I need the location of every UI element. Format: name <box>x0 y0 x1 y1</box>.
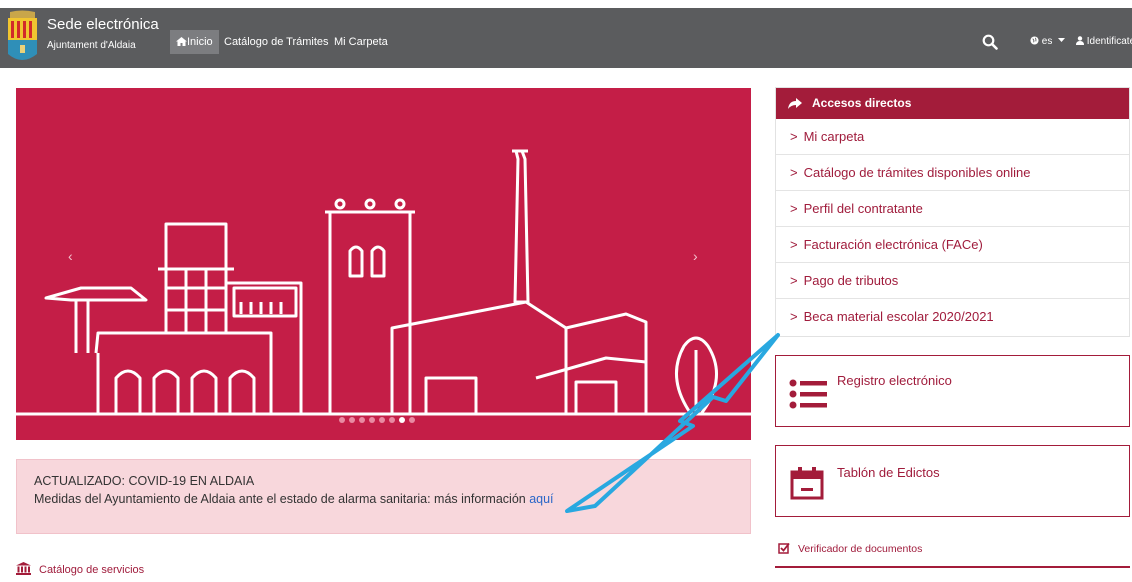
user-icon <box>1076 36 1084 45</box>
chevron-right-icon: > <box>790 201 798 216</box>
verificador-documentos-link[interactable]: Verificador de documentos <box>778 542 922 555</box>
quick-link-mi-carpeta[interactable]: > Mi carpeta <box>776 119 1129 154</box>
alert-body: Medidas del Ayuntamiento de Aldaia ante … <box>34 492 530 506</box>
coat-of-arms-icon[interactable] <box>6 10 39 66</box>
alert-title: ACTUALIZADO: COVID-19 EN ALDAIA <box>34 474 255 488</box>
chevron-right-icon: > <box>790 309 798 324</box>
search-icon[interactable] <box>982 34 998 50</box>
carousel-dot[interactable] <box>359 417 365 423</box>
divider <box>775 566 1130 568</box>
tablon-edictos-card[interactable]: Tablón de Edictos <box>775 445 1130 517</box>
quick-link-label: Catálogo de trámites disponibles online <box>803 165 1031 180</box>
bank-icon <box>16 562 31 575</box>
quick-access-header: Accesos directos <box>776 88 1129 119</box>
covid-alert: ACTUALIZADO: COVID-19 EN ALDAIA Medidas … <box>16 459 751 534</box>
nav-inicio-label: Inicio <box>187 36 213 48</box>
top-navbar: Sede electrónica Ajuntament d'Aldaia Ini… <box>0 8 1132 68</box>
carousel-dot[interactable] <box>379 417 385 423</box>
carousel-dot-active[interactable] <box>399 417 405 423</box>
checkbox-icon <box>778 542 790 554</box>
registro-electronico-card[interactable]: Registro electrónico <box>775 355 1130 427</box>
share-arrow-icon <box>788 98 802 109</box>
alert-more-info-link[interactable]: aquí <box>529 492 553 506</box>
quick-access-panel: Accesos directos > Mi carpeta > Catálogo d… <box>775 87 1130 337</box>
carousel-indicators <box>339 410 419 428</box>
carousel-dot[interactable] <box>349 417 355 423</box>
caret-down-icon <box>1058 38 1066 42</box>
verificador-label: Verificador de documentos <box>798 543 923 555</box>
quick-link-label: Facturación electrónica (FACe) <box>803 237 983 252</box>
aldaia-skyline-illustration <box>16 149 751 416</box>
quick-link-catalogo-tramites[interactable]: > Catálogo de trámites disponibles online <box>776 154 1129 190</box>
quick-link-label: Mi carpeta <box>803 129 865 144</box>
alert-text: Medidas del Ayuntamiento de Aldaia ante … <box>34 492 554 506</box>
site-subtitle: Ajuntament d'Aldaia <box>47 40 136 51</box>
nav-inicio[interactable]: Inicio <box>170 30 219 54</box>
quick-link-perfil-contratante[interactable]: > Perfil del contratante <box>776 190 1129 226</box>
catalog-services-link[interactable]: Catálogo de servicios <box>16 562 144 576</box>
registro-electronico-label: Registro electrónico <box>837 373 952 388</box>
chevron-right-icon: > <box>790 129 798 144</box>
quick-link-label: Pago de tributos <box>803 273 899 288</box>
quick-link-label: Perfil del contratante <box>803 201 923 216</box>
carousel-next[interactable]: › <box>693 248 698 264</box>
language-label: es <box>1041 36 1053 47</box>
quick-link-label: Beca material escolar 2020/2021 <box>803 309 994 324</box>
quick-link-facturacion[interactable]: > Facturación electrónica (FACe) <box>776 226 1129 262</box>
globe-icon <box>1030 36 1039 45</box>
chevron-right-icon: > <box>790 273 798 288</box>
carousel-dot[interactable] <box>409 417 415 423</box>
login-link[interactable]: Identificate <box>1076 30 1132 54</box>
hero-carousel[interactable]: ‹ › <box>16 88 751 440</box>
language-selector[interactable]: es <box>1030 30 1066 54</box>
carousel-dot[interactable] <box>389 417 395 423</box>
site-title[interactable]: Sede electrónica <box>47 16 159 33</box>
list-icon <box>789 379 827 409</box>
home-icon <box>176 37 187 46</box>
carousel-prev[interactable]: ‹ <box>68 248 73 264</box>
quick-access-title: Accesos directos <box>812 96 912 110</box>
quick-link-pago-tributos[interactable]: > Pago de tributos <box>776 262 1129 298</box>
quick-link-beca-material[interactable]: > Beca material escolar 2020/2021 <box>776 298 1129 334</box>
nav-catalogo-tramites[interactable]: Catálogo de Trámites <box>224 30 329 54</box>
nav-mi-carpeta[interactable]: Mi Carpeta <box>334 30 388 54</box>
chevron-right-icon: > <box>790 165 798 180</box>
carousel-dot[interactable] <box>369 417 375 423</box>
carousel-dot[interactable] <box>339 417 345 423</box>
tablon-edictos-label: Tablón de Edictos <box>837 465 940 480</box>
login-label: Identificate <box>1086 36 1132 47</box>
catalog-services-label: Catálogo de servicios <box>39 564 145 576</box>
calendar-icon <box>790 467 824 500</box>
chevron-right-icon: > <box>790 237 798 252</box>
